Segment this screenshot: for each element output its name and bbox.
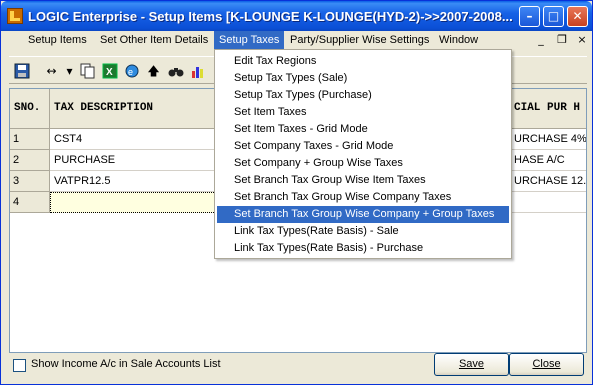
main-window: LOGIC Enterprise - Setup Items [K-LOUNGE… [0, 0, 593, 385]
mdi-restore-icon[interactable]: ❐ [555, 32, 569, 48]
menu-item-branch-company-taxes[interactable]: Set Branch Tax Group Wise Company Taxes [217, 189, 509, 206]
special-pur-cell[interactable]: URCHASE 12.5 [510, 171, 586, 192]
menu-item-link-tax-types-sale[interactable]: Link Tax Types(Rate Basis) - Sale [217, 223, 509, 240]
menu-setup-taxes[interactable]: Setup Taxes [214, 31, 285, 49]
chart-icon[interactable] [189, 63, 206, 80]
refresh-icon[interactable]: e [123, 63, 140, 80]
menu-setup-items[interactable]: Setup Items [23, 31, 92, 49]
setup-taxes-dropdown: Edit Tax Regions Setup Tax Types (Sale) … [214, 49, 512, 259]
title-bar[interactable]: LOGIC Enterprise - Setup Items [K-LOUNGE… [1, 1, 592, 31]
row-number[interactable]: 2 [10, 150, 50, 171]
logic-app-icon [7, 8, 23, 24]
arrows-icon[interactable]: ↔ [43, 63, 60, 80]
copy-icon[interactable] [79, 63, 96, 80]
dropdown-arrow-icon[interactable]: ▾ [61, 63, 78, 80]
menu-item-link-tax-types-purchase[interactable]: Link Tax Types(Rate Basis) - Purchase [217, 240, 509, 257]
mdi-close-icon[interactable]: × [575, 32, 589, 48]
close-button[interactable]: Close [509, 353, 584, 376]
svg-text:X: X [106, 67, 113, 78]
menu-item-branch-company-group-taxes[interactable]: Set Branch Tax Group Wise Company + Grou… [217, 206, 509, 223]
menu-party-supplier-wise-settings[interactable]: Party/Supplier Wise Settings [285, 31, 434, 49]
save-button-label: Save [458, 358, 485, 370]
header-sno[interactable]: SNO. [10, 89, 50, 129]
show-income-label: Show Income A/c in Sale Accounts List [31, 358, 221, 370]
save-button[interactable]: Save [434, 353, 509, 376]
menu-set-other-item-details[interactable]: Set Other Item Details [95, 31, 213, 49]
header-special-pur[interactable]: CIAL PUR H [510, 89, 586, 129]
menu-item-set-company-group-taxes[interactable]: Set Company + Group Wise Taxes [217, 155, 509, 172]
menu-window[interactable]: Window [434, 31, 483, 49]
excel-icon[interactable]: X [101, 63, 118, 80]
menu-item-set-item-taxes-grid[interactable]: Set Item Taxes - Grid Mode [217, 121, 509, 138]
row-number[interactable]: 1 [10, 129, 50, 150]
menu-bar: Setup Items Set Other Item Details Setup… [4, 31, 591, 49]
menu-item-setup-tax-types-sale[interactable]: Setup Tax Types (Sale) [217, 70, 509, 87]
menu-item-setup-tax-types-purchase[interactable]: Setup Tax Types (Purchase) [217, 87, 509, 104]
close-button-label: Close [532, 358, 561, 370]
special-pur-cell[interactable]: HASE A/C [510, 150, 586, 171]
special-pur-cell[interactable]: URCHASE 4% [510, 129, 586, 150]
row-number[interactable]: 4 [10, 192, 50, 213]
menu-item-edit-tax-regions[interactable]: Edit Tax Regions [217, 53, 509, 70]
upload-arrow-icon[interactable]: 🡅 [145, 63, 162, 80]
binoculars-icon[interactable] [167, 63, 184, 80]
window-title: LOGIC Enterprise - Setup Items [K-LOUNGE… [28, 9, 513, 24]
minimize-button[interactable]: – [519, 6, 540, 27]
svg-text:e: e [128, 67, 133, 77]
save-disk-icon[interactable] [13, 63, 30, 80]
row-number[interactable]: 3 [10, 171, 50, 192]
menu-item-branch-item-taxes[interactable]: Set Branch Tax Group Wise Item Taxes [217, 172, 509, 189]
special-pur-cell[interactable] [510, 192, 586, 213]
mdi-minimize-icon[interactable]: _ [534, 32, 548, 48]
close-window-button[interactable]: ✕ [567, 6, 588, 27]
show-income-checkbox[interactable] [13, 359, 26, 372]
menu-item-set-item-taxes[interactable]: Set Item Taxes [217, 104, 509, 121]
menu-item-set-company-taxes-grid[interactable]: Set Company Taxes - Grid Mode [217, 138, 509, 155]
maximize-button[interactable]: □ [543, 6, 564, 27]
